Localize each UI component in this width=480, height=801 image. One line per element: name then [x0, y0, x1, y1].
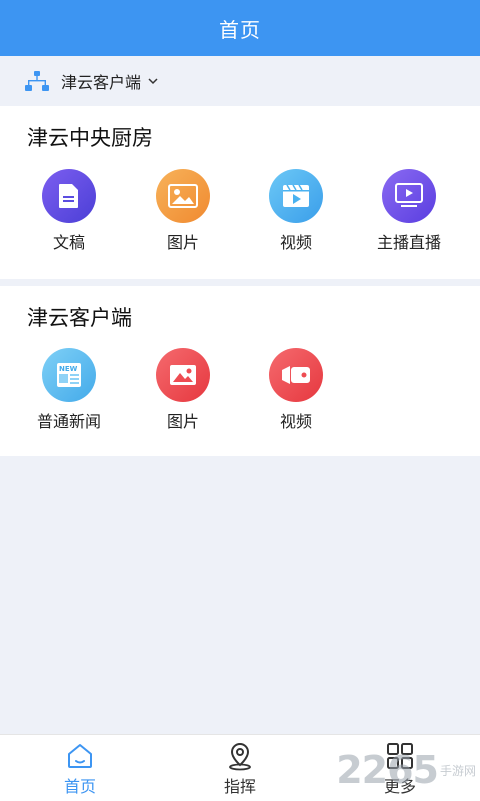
tab-command[interactable]: 指挥 [180, 735, 300, 801]
item-label: 文稿 [52, 233, 85, 252]
item-document[interactable]: 文稿 [14, 169, 124, 253]
tab-home[interactable]: 首页 [20, 735, 140, 801]
video-camera-icon [269, 348, 323, 402]
chevron-down-icon [148, 78, 158, 85]
watermark-number: 2265 [336, 748, 439, 792]
news-icon: NEW [42, 348, 96, 402]
item-label: 普通新闻 [36, 412, 101, 431]
section-client: 津云客户端 NEW 普通新闻 图片 视频 [0, 286, 480, 456]
document-icon [42, 169, 96, 223]
home-icon [68, 744, 92, 768]
video-icon [269, 169, 323, 223]
tab-label: 首页 [63, 777, 96, 796]
selector-label: 津云客户端 [61, 73, 142, 92]
item-video[interactable]: 视频 [241, 169, 351, 253]
location-pin-icon [229, 742, 251, 771]
item-video[interactable]: 视频 [241, 348, 351, 432]
item-image[interactable]: 图片 [128, 348, 238, 432]
section-title: 津云客户端 [27, 306, 132, 330]
section-title: 津云中央厨房 [27, 126, 153, 150]
item-live-broadcast[interactable]: 主播直播 [354, 169, 464, 253]
channel-selector[interactable]: 津云客户端 [0, 56, 480, 106]
item-label: 主播直播 [376, 233, 441, 252]
item-label: 图片 [166, 412, 199, 431]
image-icon [156, 169, 210, 223]
image-icon [156, 348, 210, 402]
item-label: 图片 [166, 233, 199, 252]
item-image[interactable]: 图片 [128, 169, 238, 253]
live-broadcast-icon [382, 169, 436, 223]
watermark-text: 手游网 [439, 763, 476, 778]
tab-label: 指挥 [223, 777, 256, 796]
org-tree-icon [25, 71, 49, 91]
section-central-kitchen: 津云中央厨房 文稿 图片 视频 主播直播 [0, 106, 480, 279]
page-title: 首页 [219, 17, 261, 42]
svg-text:NEW: NEW [59, 365, 78, 373]
watermark: 2265 手游网 [336, 748, 476, 792]
app-header: 首页 [0, 0, 480, 56]
item-label: 视频 [279, 412, 312, 431]
item-news[interactable]: NEW 普通新闻 [14, 348, 124, 432]
item-label: 视频 [279, 233, 312, 252]
